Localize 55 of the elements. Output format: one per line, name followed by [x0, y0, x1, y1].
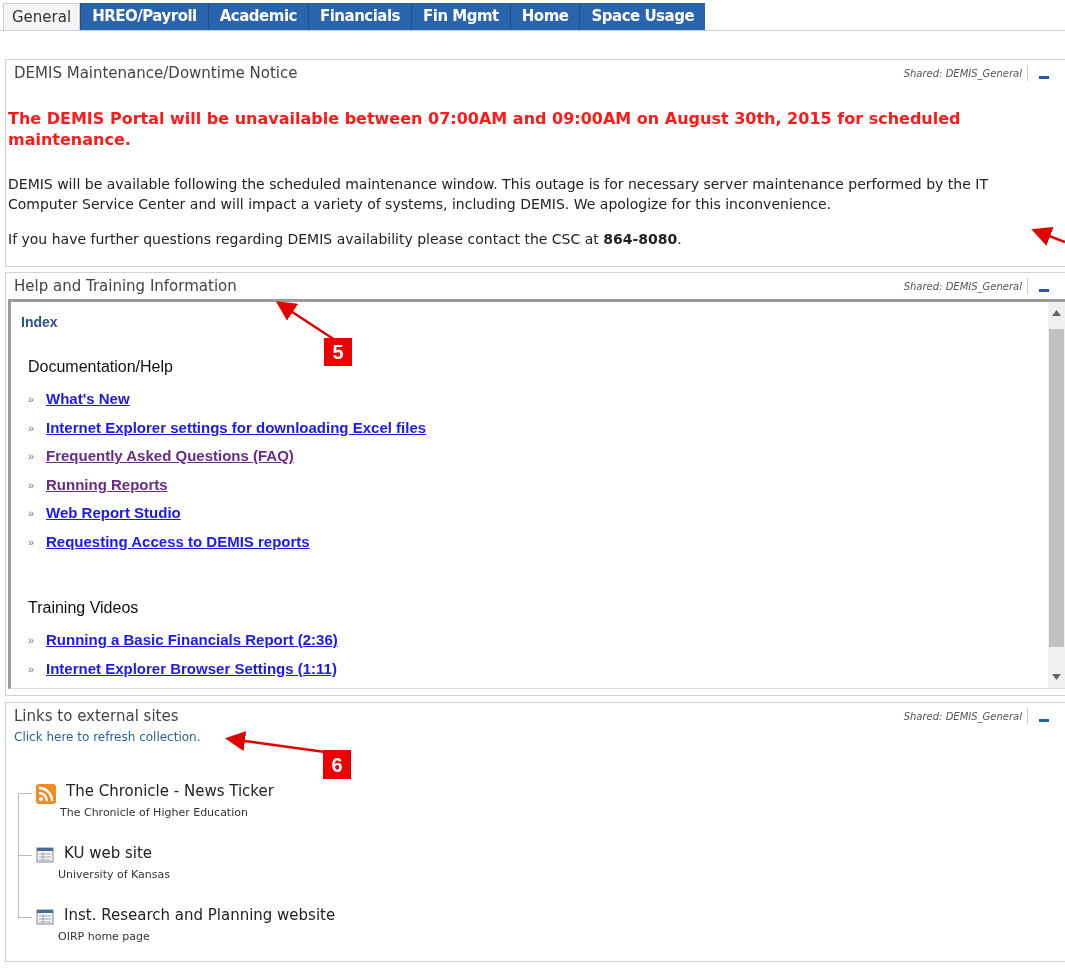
help-link[interactable]: Frequently Asked Questions (FAQ): [46, 445, 294, 468]
scrollbar[interactable]: [1048, 302, 1065, 688]
callout-arrow: [1031, 226, 1065, 246]
help-link[interactable]: Requesting Access to DEMIS reports: [46, 530, 310, 553]
web-page-icon: [36, 846, 54, 864]
minimize-icon[interactable]: [1039, 75, 1049, 79]
scroll-up-icon[interactable]: [1052, 310, 1061, 316]
link-description: The Chronicle of Higher Education: [60, 804, 249, 821]
scroll-down-icon[interactable]: [1052, 674, 1061, 680]
shared-label: Shared: DEMIS_General: [903, 279, 1023, 294]
notice-body: DEMIS will be available following the scheduled maintenance window. This outage is for necessary server maintenance performed by the IT Computer Service Center and will impact a variety of systems, including DEMIS. We apologize for this inconvenience.: [7, 175, 989, 214]
rss-icon: [36, 784, 56, 804]
help-link[interactable]: Running a Basic Financials Report (2:36): [46, 629, 338, 652]
index-heading: Index: [21, 313, 58, 332]
portlet-title: Links to external sites: [14, 705, 179, 727]
minimize-icon[interactable]: [1039, 718, 1049, 722]
tab[interactable]: General: [3, 3, 81, 30]
bullet-glyph: »: [28, 661, 36, 677]
link-description: University of Kansas: [58, 866, 171, 883]
portlet-title: Help and Training Information: [14, 275, 237, 297]
callout-label: 6: [323, 750, 351, 779]
portlet-title: DEMIS Maintenance/Downtime Notice: [14, 62, 298, 84]
minimize-icon[interactable]: [1039, 288, 1049, 292]
section-heading: Documentation/Help: [28, 357, 174, 377]
help-link[interactable]: Internet Explorer Browser Settings (1:11): [46, 657, 337, 680]
bullet-glyph: »: [28, 506, 36, 521]
bullet-glyph: »: [28, 477, 36, 493]
help-link[interactable]: Internet Explorer settings for downloading Excel files: [46, 416, 427, 439]
callout-label: 5: [324, 338, 352, 366]
shared-label: Shared: DEMIS_General: [903, 66, 1023, 81]
help-link[interactable]: Web Report Studio: [46, 502, 181, 525]
tab[interactable]: Financials: [307, 3, 412, 30]
bullet-glyph: »: [28, 392, 36, 407]
tab[interactable]: Academic: [207, 3, 308, 30]
external-link[interactable]: Inst. Research and Planning website: [58, 904, 336, 927]
bullet-glyph: »: [28, 420, 36, 436]
link-description: OIRP home page: [58, 928, 151, 945]
tab[interactable]: Home: [509, 3, 580, 30]
refresh-link[interactable]: Click here to refresh collection.: [6, 728, 1065, 746]
bullet-glyph: »: [28, 633, 36, 648]
external-link[interactable]: The Chronicle - News Ticker: [60, 780, 274, 803]
bullet-glyph: »: [28, 534, 36, 550]
tab[interactable]: Fin Mgmt: [411, 3, 510, 30]
section-heading: Training Videos: [28, 598, 140, 618]
tab[interactable]: Space Usage: [579, 3, 706, 30]
alert-text: The DEMIS Portal will be unavailable between 07:00AM and 09:00AM on August 30th, 2015 for scheduled maintenance.: [7, 108, 962, 150]
tab[interactable]: HREO/Payroll: [80, 3, 208, 30]
help-link[interactable]: What's New: [46, 388, 130, 411]
help-link[interactable]: Running Reports: [46, 473, 168, 496]
bullet-glyph: »: [28, 449, 36, 464]
contact-text: If you have further questions regarding DEMIS availability please contact the CSC at 864-8080.: [7, 230, 683, 249]
scroll-thumb[interactable]: [1049, 329, 1064, 647]
external-link[interactable]: KU web site: [58, 842, 171, 865]
web-page-icon: [36, 908, 54, 926]
shared-label: Shared: DEMIS_General: [903, 709, 1023, 724]
